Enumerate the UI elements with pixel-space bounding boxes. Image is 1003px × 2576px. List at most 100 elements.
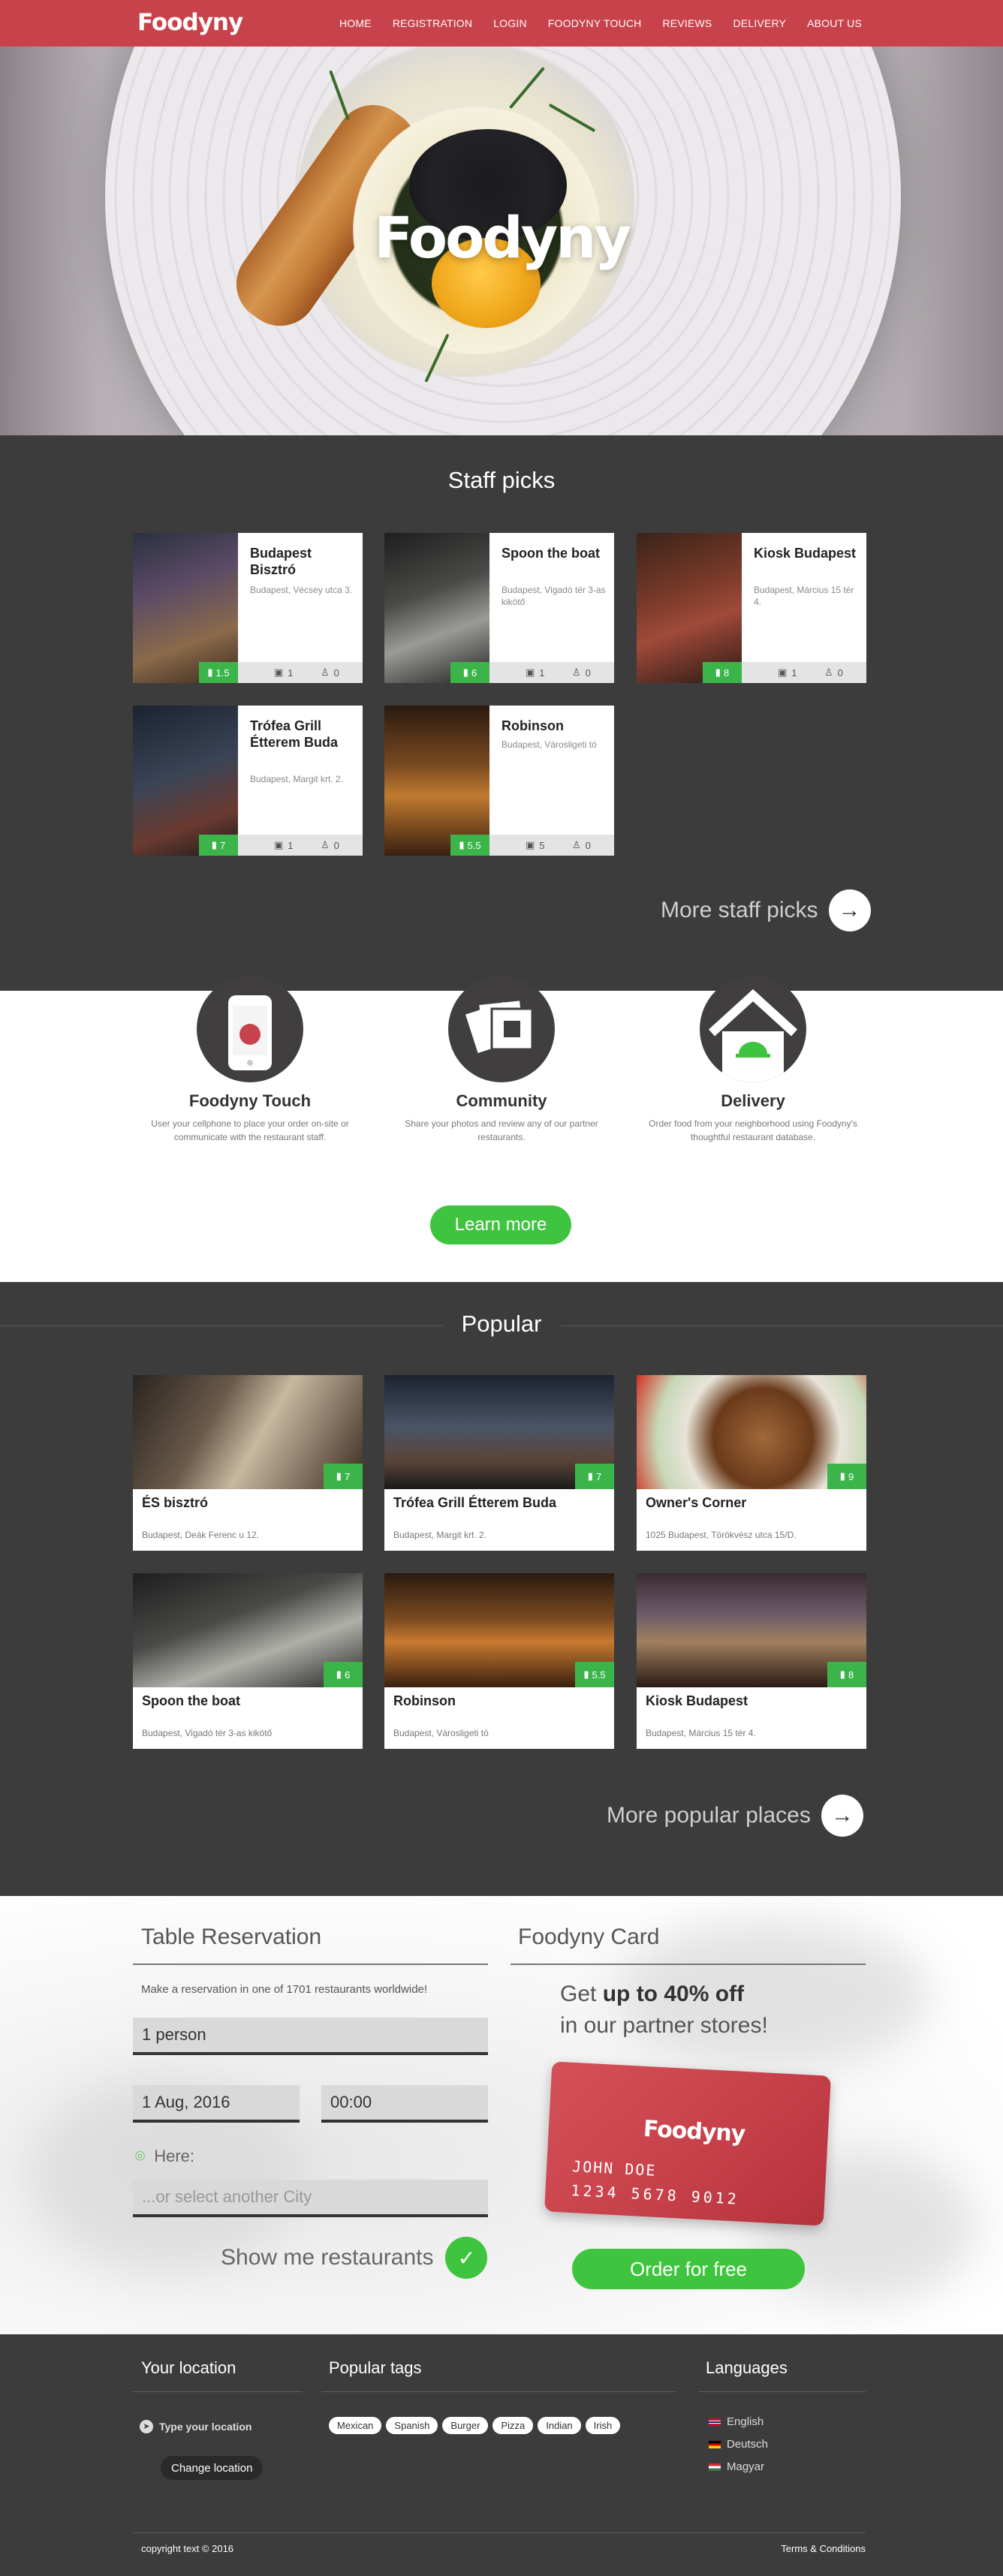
popular-card[interactable]: ▮ 9 Owner's Corner 1025 Budapest, Törökvé… xyxy=(637,1375,866,1551)
popular-card[interactable]: ▮ 8 Kiosk Budapest Budapest, Március 15 t… xyxy=(637,1573,866,1749)
user-count: ♙ 0 xyxy=(321,667,339,679)
photo-count: ▣ 1 xyxy=(274,667,294,679)
thumbs-up-icon: ▮ xyxy=(839,1669,845,1680)
restaurant-photo xyxy=(384,533,489,683)
restaurant-address: Budapest, Margit krt. 2. xyxy=(393,1530,487,1540)
score-badge: ▮ 9 xyxy=(827,1464,866,1489)
staff-pick-card[interactable]: Trófea Grill Étterem Buda Budapest, Marg… xyxy=(133,706,363,856)
language-deutsch[interactable]: Deutsch xyxy=(709,2438,768,2451)
order-for-free-button[interactable]: Order for free xyxy=(572,2249,805,2289)
thumbs-up-icon: ▮ xyxy=(583,1669,589,1680)
popular-card[interactable]: ▮ 7 ÉS bisztró Budapest, Deák Ferenc u 12… xyxy=(133,1375,363,1551)
more-staff-picks-link[interactable]: More staff picks → xyxy=(661,889,871,931)
city-input[interactable]: ...or select another City xyxy=(133,2180,488,2217)
score-badge: ▮ 7 xyxy=(324,1464,363,1489)
photo-count: ▣ 1 xyxy=(778,667,797,679)
tag-indian[interactable]: Indian xyxy=(538,2417,581,2434)
germany-flag-icon xyxy=(709,2440,721,2448)
tag-spanish[interactable]: Spanish xyxy=(386,2417,438,2434)
score-badge: ▮ 5.5 xyxy=(450,835,489,856)
popular-title: Popular xyxy=(461,1311,542,1337)
feature-desc: Order food from your neighborhood using … xyxy=(649,1118,857,1142)
thumbs-up-icon: ▮ xyxy=(459,839,465,850)
terms-link[interactable]: Terms & Conditions xyxy=(781,2543,866,2554)
restaurant-address: Budapest, Margit krt. 2. xyxy=(250,774,344,784)
restaurant-address: Budapest, Városligeti tó xyxy=(393,1728,489,1738)
language-magyar[interactable]: Magyar xyxy=(709,2460,764,2473)
score-badge: ▮ 5.5 xyxy=(575,1662,614,1687)
nav-login[interactable]: LOGIN xyxy=(483,17,538,29)
time-field[interactable]: 00:00 xyxy=(321,2085,488,2123)
copyright-text: copyright text © 2016 xyxy=(141,2543,234,2554)
nav-home[interactable]: HOME xyxy=(329,17,382,29)
check-icon: ✓ xyxy=(445,2237,488,2279)
change-location-button[interactable]: Change location xyxy=(161,2456,264,2480)
persons-select[interactable]: 1 person xyxy=(133,2018,488,2055)
hero-banner: Foodyny xyxy=(0,47,1003,435)
nav-delivery[interactable]: DELIVERY xyxy=(722,17,797,29)
card-promo: Get up to 40% off xyxy=(560,1982,745,2006)
show-restaurants-button[interactable]: Show me restaurants ✓ xyxy=(221,2237,488,2279)
feature-title: Foodyny Touch xyxy=(188,1091,312,1110)
image-icon: ▣ xyxy=(778,667,788,678)
restaurant-name: ÉS bisztró xyxy=(142,1495,209,1510)
restaurant-name: Robinson xyxy=(393,1693,456,1708)
table-reservation-title: Table Reservation xyxy=(141,1924,322,1949)
tag-mexican[interactable]: Mexican xyxy=(329,2417,382,2434)
nav-registration[interactable]: REGISTRATION xyxy=(382,17,483,29)
user-icon: ♙ xyxy=(321,667,330,678)
restaurant-name: Kiosk Budapest xyxy=(754,546,857,561)
score-badge: ▮ 6 xyxy=(324,1662,363,1687)
feature-desc: User your cellphone to place your order … xyxy=(151,1118,349,1142)
restaurant-address: Budapest, Március 15 tér 4. xyxy=(646,1728,756,1738)
staff-pick-card[interactable]: Spoon the boat Budapest, Vigadó tér 3-as… xyxy=(384,533,614,683)
popular-card[interactable]: ▮ 6 Spoon the boat Budapest, Vigadó tér 3… xyxy=(133,1573,363,1749)
learn-more-button[interactable]: Learn more xyxy=(430,1205,571,1244)
hungary-flag-icon xyxy=(709,2463,721,2471)
staff-pick-card[interactable]: Robinson Budapest, Városligeti tó ▮ 5.5 ▣… xyxy=(384,706,614,856)
language-english[interactable]: English xyxy=(709,2415,764,2428)
tag-pizza[interactable]: Pizza xyxy=(492,2417,534,2434)
feature-delivery: Delivery Order food from your neighborho… xyxy=(640,976,866,1144)
nav-foodyny-touch[interactable]: FOODYNY TOUCH xyxy=(538,17,652,29)
date-field[interactable]: 1 Aug, 2016 xyxy=(133,2085,300,2123)
restaurant-name: Spoon the boat xyxy=(142,1693,240,1708)
thumbs-up-icon: ▮ xyxy=(715,667,721,678)
foodyny-card-title: Foodyny Card xyxy=(518,1924,660,1949)
restaurant-address: 1025 Budapest, Törökvész utca 15/D. xyxy=(646,1530,797,1540)
restaurant-photo xyxy=(384,706,489,856)
house-icon xyxy=(700,976,806,1082)
restaurant-address: Budapest, Vigadó tér 3-as kikötő xyxy=(142,1728,273,1738)
thumbs-up-icon: ▮ xyxy=(839,1470,845,1482)
image-icon: ▣ xyxy=(274,839,284,850)
arrow-right-icon[interactable]: → xyxy=(828,889,871,931)
tag-irish[interactable]: Irish xyxy=(585,2417,621,2434)
staff-pick-card[interactable]: Budapest Bisztró Budapest, Vécsey utca 3… xyxy=(133,533,363,683)
score-badge: ▮ 1.5 xyxy=(199,662,238,683)
thumbs-up-icon: ▮ xyxy=(211,839,217,850)
arrow-right-icon[interactable]: → xyxy=(821,1795,863,1837)
restaurant-address: Budapest, Deák Ferenc u 12. xyxy=(142,1530,260,1540)
restaurant-address: Budapest, Vigadó tér 3-as kikötő xyxy=(502,585,606,607)
location-input[interactable]: ➤ Type your location xyxy=(140,2420,252,2433)
thumbs-up-icon: ▮ xyxy=(336,1669,342,1680)
uk-flag-icon xyxy=(709,2418,721,2426)
staff-picks-title: Staff picks xyxy=(447,467,556,493)
popular-card[interactable]: ▮ 5.5 Robinson Budapest, Városligeti tó xyxy=(384,1573,614,1749)
nav-about-us[interactable]: ABOUT US xyxy=(797,17,872,29)
foodyny-card-image: Foodyny JOHN DOE 1234 5678 9012 xyxy=(544,2061,831,2226)
hero-logo: Foodyny xyxy=(374,204,631,271)
popular-card[interactable]: ▮ 7 Trófea Grill Étterem Buda Budapest, M… xyxy=(384,1375,614,1551)
restaurant-address: Budapest, Március 15 tér 4. xyxy=(754,585,854,607)
photo-count: ▣ 1 xyxy=(274,839,294,851)
footer-tags-title: Popular tags xyxy=(329,2358,422,2377)
more-popular-places-link[interactable]: More popular places → xyxy=(607,1795,863,1837)
nav-reviews[interactable]: REVIEWS xyxy=(652,17,723,29)
user-icon: ♙ xyxy=(572,839,581,850)
feature-foodyny-touch: Foodyny Touch User your cellphone to pla… xyxy=(137,976,363,1144)
tag-burger[interactable]: Burger xyxy=(442,2417,489,2434)
restaurant-photo xyxy=(637,533,742,683)
staff-pick-card[interactable]: Kiosk Budapest Budapest, Március 15 tér … xyxy=(637,533,866,683)
restaurant-photo xyxy=(133,706,238,856)
site-logo[interactable]: Foodyny xyxy=(137,9,243,36)
